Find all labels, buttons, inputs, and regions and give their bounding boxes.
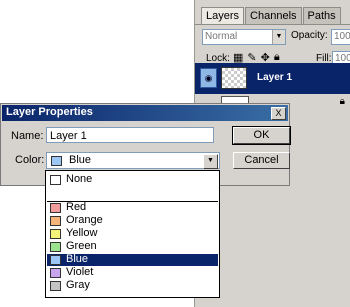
color-option-orange[interactable]: Orange — [47, 214, 218, 227]
tab-divider — [195, 24, 350, 25]
opacity-label: Opacity: — [291, 30, 328, 41]
color-option-label: Green — [66, 240, 97, 252]
chevron-down-icon[interactable]: ▼ — [203, 154, 218, 169]
color-swatch — [50, 281, 61, 291]
color-swatch — [50, 268, 61, 278]
eye-icon[interactable]: ◉ — [200, 68, 217, 88]
color-option-red[interactable]: Red — [47, 201, 218, 214]
blend-mode-select[interactable]: Normal ▼ — [202, 29, 286, 45]
cancel-button[interactable]: Cancel — [233, 152, 290, 169]
ok-button[interactable]: OK — [232, 126, 291, 145]
layer-thumbnail — [221, 67, 247, 89]
color-swatch — [50, 175, 61, 185]
chevron-down-icon[interactable]: ▼ — [272, 30, 285, 44]
color-swatch — [50, 255, 61, 265]
lock-icon: 🔒︎ — [339, 96, 345, 107]
color-option-gray[interactable]: Gray — [47, 279, 218, 292]
tab-paths[interactable]: Paths — [302, 7, 341, 24]
opacity-input[interactable]: 100% — [331, 29, 350, 45]
color-option-label: Gray — [66, 279, 90, 291]
color-swatch — [51, 156, 62, 166]
color-option-label: Yellow — [66, 227, 98, 239]
color-option-label: Violet — [66, 266, 94, 278]
color-swatch — [50, 203, 61, 213]
color-option-none[interactable]: None — [47, 173, 218, 186]
tab-channels[interactable]: Channels — [245, 7, 302, 24]
blend-mode-value: Normal — [205, 31, 238, 42]
color-option-label: Orange — [66, 214, 103, 226]
layer-name: Layer 1 — [257, 72, 293, 83]
color-swatch — [50, 216, 61, 226]
color-swatch — [50, 242, 61, 252]
color-option-blue[interactable]: Blue — [47, 253, 218, 266]
color-option-green[interactable]: Green — [47, 240, 218, 253]
color-label: Color: — [15, 154, 45, 166]
dialog-title: Layer Properties — [6, 106, 93, 118]
name-label: Name: — [11, 130, 44, 142]
close-button[interactable]: X — [271, 107, 286, 120]
name-input[interactable]: Layer 1 — [46, 127, 214, 143]
color-select-value: Blue — [69, 154, 92, 166]
layer-row[interactable]: ◉ Layer 1 — [195, 63, 350, 94]
dialog-titlebar[interactable]: Layer Properties X — [2, 105, 288, 121]
color-dropdown-list: None Red Orange Yellow Green Blue Violet… — [45, 170, 220, 298]
color-option-violet[interactable]: Violet — [47, 266, 218, 279]
panel-tabs: Layers Channels Paths — [201, 7, 342, 24]
color-option-label: Blue — [66, 253, 89, 265]
color-option-label: Red — [66, 201, 87, 213]
color-select[interactable]: Blue ▼ — [46, 152, 220, 169]
color-option-yellow[interactable]: Yellow — [47, 227, 218, 240]
tab-layers[interactable]: Layers — [201, 7, 245, 24]
color-swatch — [50, 229, 61, 239]
color-option-label: None — [66, 173, 93, 185]
